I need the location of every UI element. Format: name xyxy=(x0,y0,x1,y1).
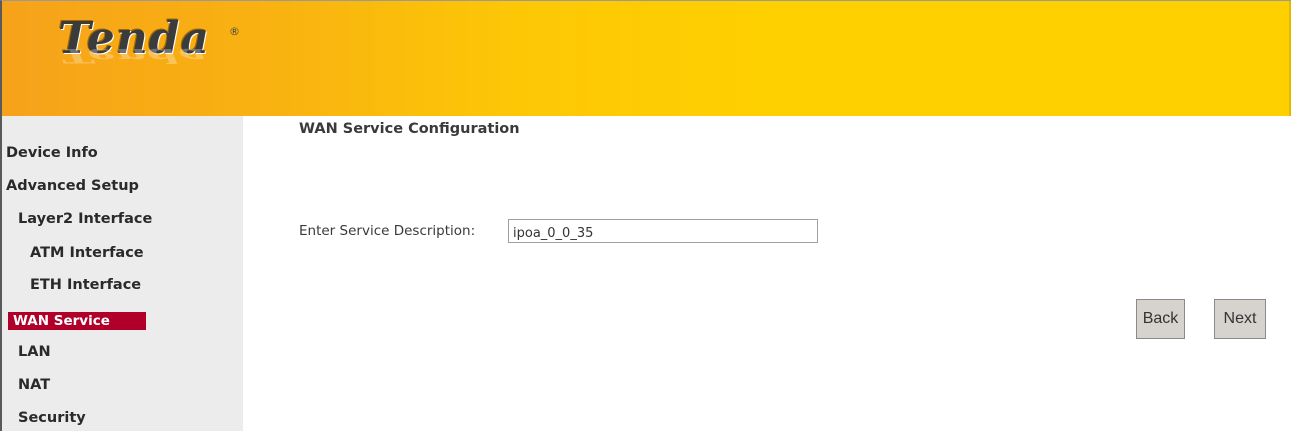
sidebar-item-security[interactable]: Security xyxy=(18,410,86,426)
sidebar-nav: Device Info Advanced Setup Layer2 Interf… xyxy=(2,116,243,431)
sidebar-item-advanced-setup[interactable]: Advanced Setup xyxy=(6,178,139,194)
back-button[interactable]: Back xyxy=(1136,299,1185,339)
next-button[interactable]: Next xyxy=(1214,299,1266,339)
sidebar-item-layer2-interface[interactable]: Layer2 Interface xyxy=(18,211,152,227)
tenda-logo-reflection: Tenda xyxy=(60,43,207,67)
sidebar-item-device-info[interactable]: Device Info xyxy=(6,145,98,161)
main-content: WAN Service Configuration Enter Service … xyxy=(243,116,1291,431)
page-title: WAN Service Configuration xyxy=(299,121,520,137)
service-description-label: Enter Service Description: xyxy=(299,223,476,239)
sidebar-item-lan[interactable]: LAN xyxy=(18,344,51,360)
sidebar-item-wan-service[interactable]: WAN Service xyxy=(8,312,146,330)
service-description-input[interactable] xyxy=(508,219,818,243)
sidebar-item-eth-interface[interactable]: ETH Interface xyxy=(30,277,141,293)
header-banner: Tenda Tenda ® xyxy=(2,1,1291,116)
sidebar-item-atm-interface[interactable]: ATM Interface xyxy=(30,245,144,261)
registered-mark-icon: ® xyxy=(229,25,240,38)
sidebar-item-nat[interactable]: NAT xyxy=(18,377,50,393)
